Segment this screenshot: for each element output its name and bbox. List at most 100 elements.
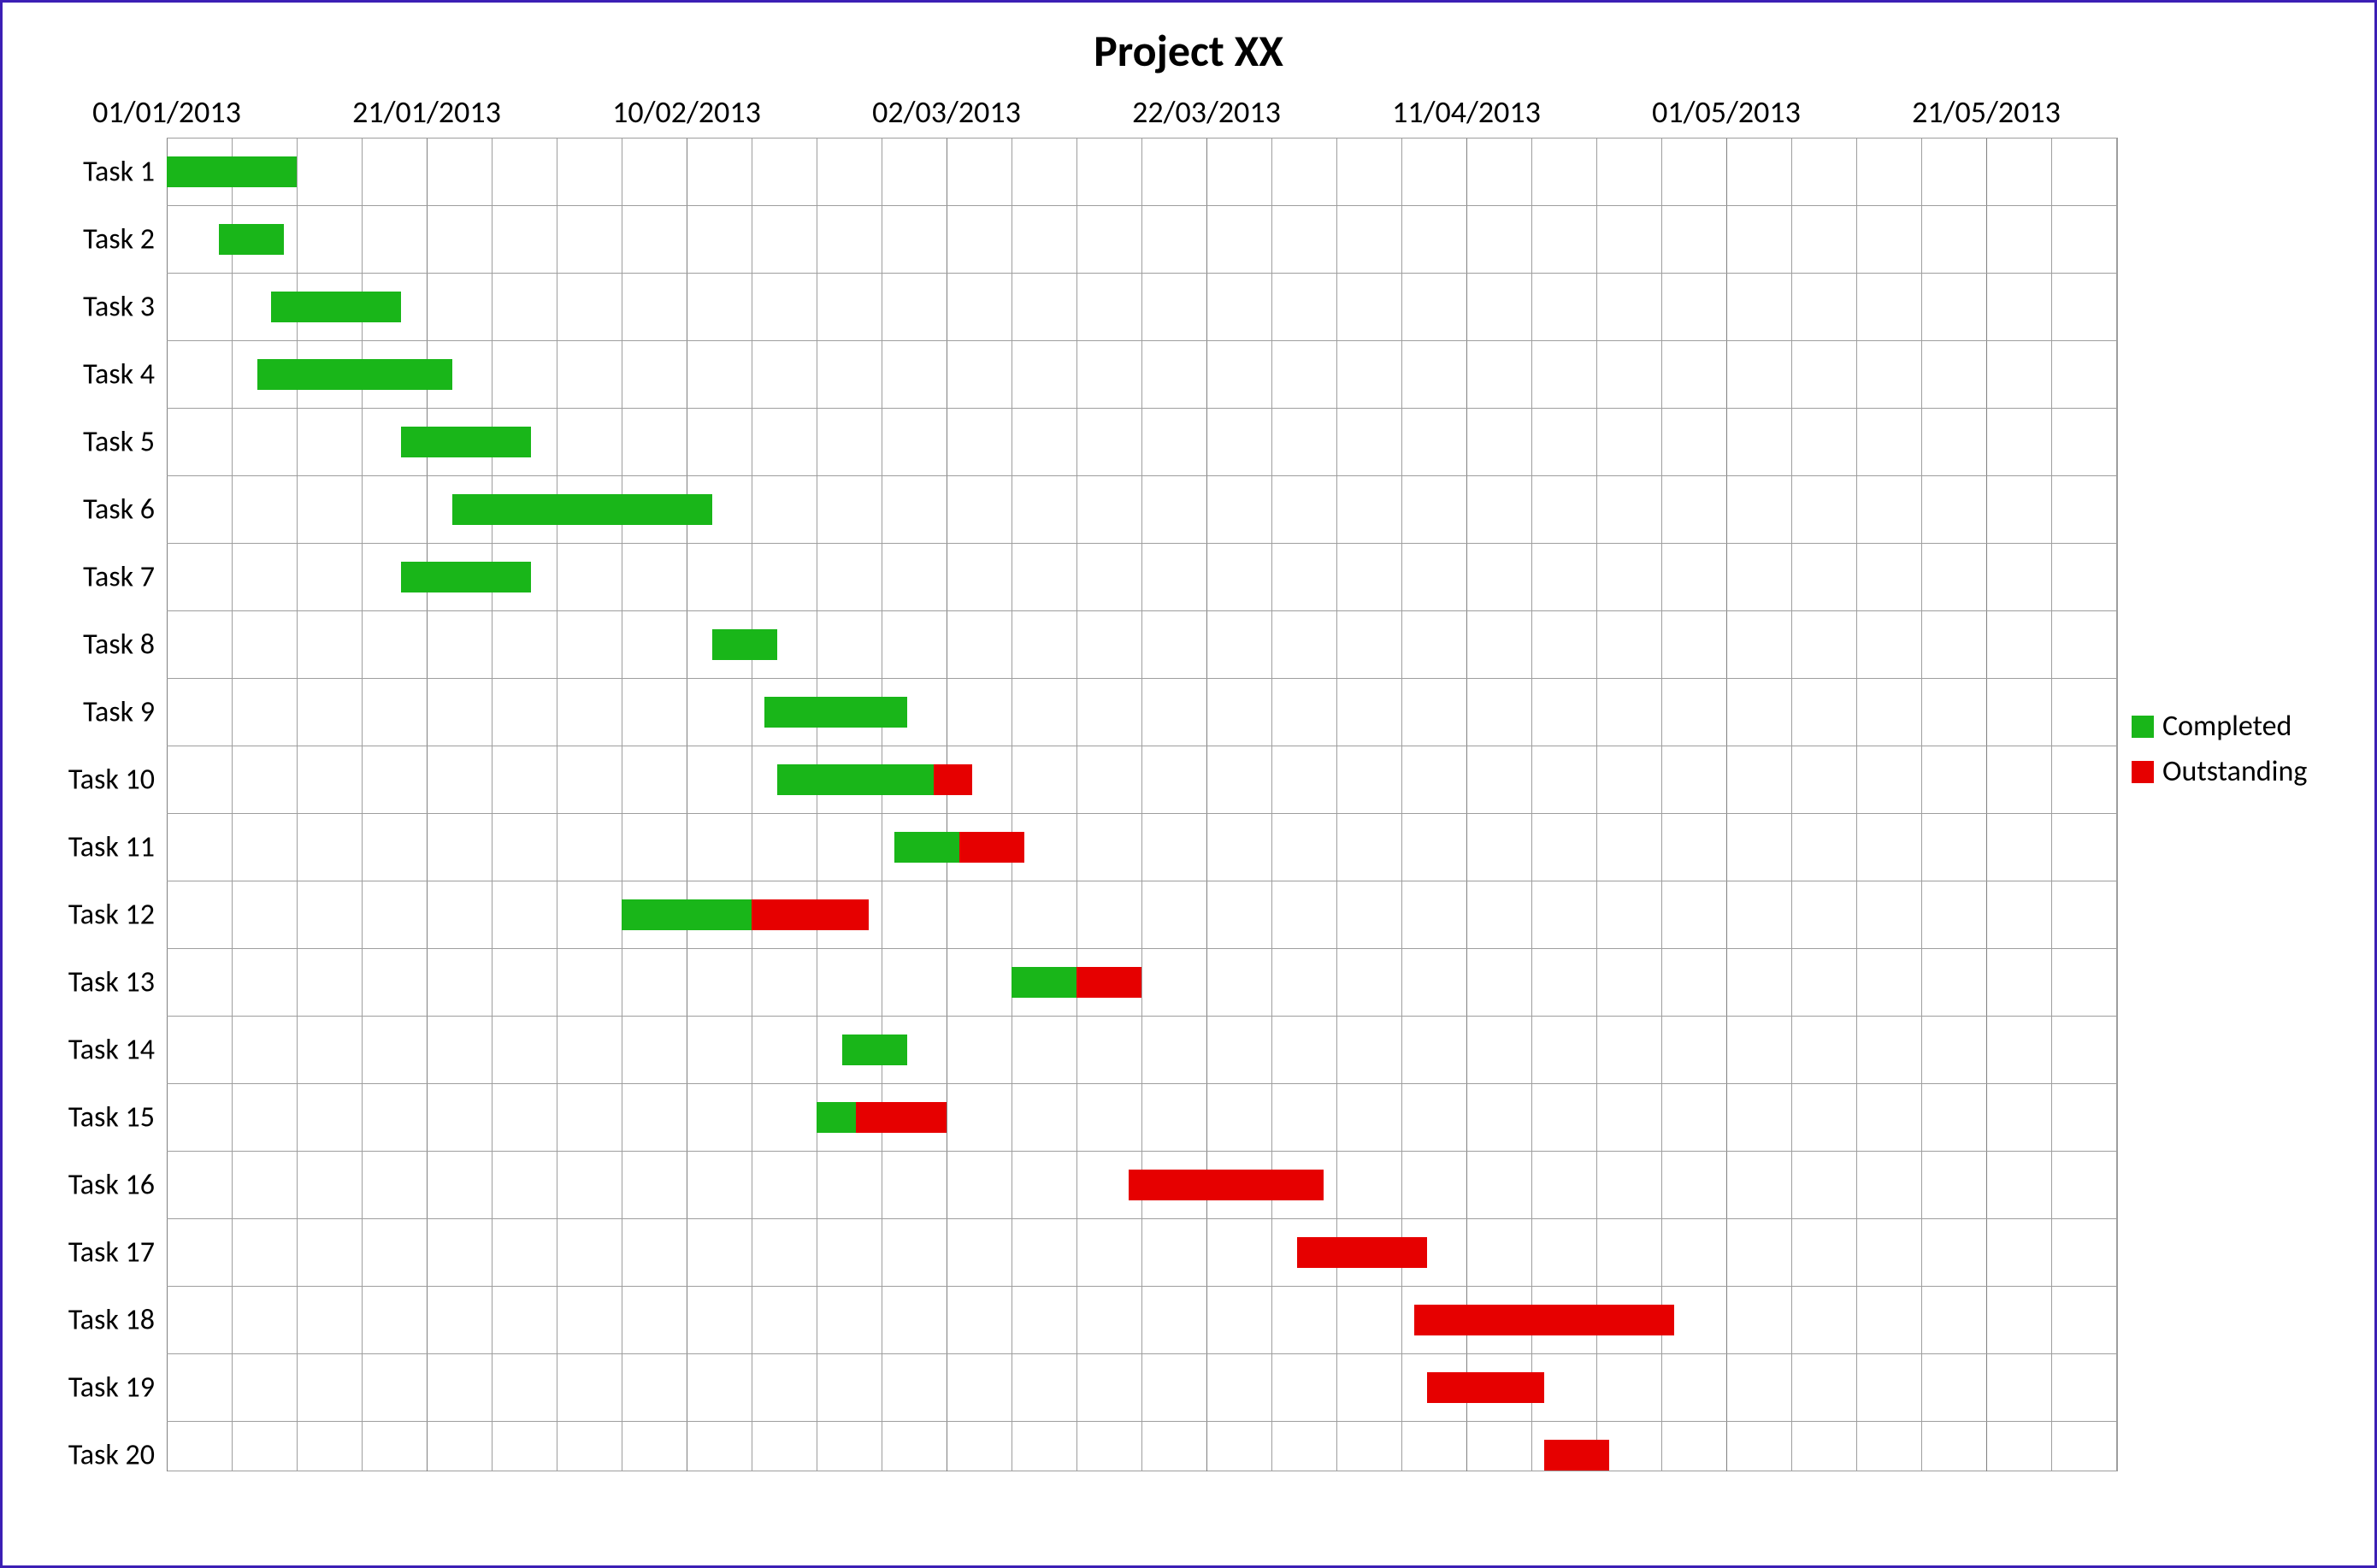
gantt-row: Task 15 <box>167 1083 2116 1151</box>
task-label: Task 19 <box>68 1371 167 1406</box>
task-label: Task 17 <box>68 1235 167 1270</box>
gantt-bar <box>1414 1305 1674 1335</box>
square-icon <box>2132 716 2154 738</box>
bar-segment-completed <box>622 899 752 930</box>
gantt-bar <box>1297 1237 1427 1268</box>
bar-segment-outstanding <box>752 899 869 930</box>
task-label: Task 16 <box>68 1168 167 1203</box>
chart-frame: Project XX 01/01/2013 21/01/2013 10/02/201… <box>0 0 2377 1568</box>
task-label: Task 9 <box>83 695 167 730</box>
gantt-bar <box>167 156 297 187</box>
task-label: Task 7 <box>83 560 167 595</box>
gantt-bar <box>817 1102 947 1133</box>
bar-segment-outstanding <box>856 1102 947 1133</box>
task-label: Task 5 <box>83 425 167 460</box>
chart-area: 01/01/2013 21/01/2013 10/02/2013 02/03/2013… <box>21 78 2356 1471</box>
gantt-row: Task 1 <box>167 138 2116 205</box>
bar-segment-completed <box>452 494 712 525</box>
gantt-bar <box>777 764 972 795</box>
bar-segment-completed <box>712 629 777 660</box>
gantt-bar <box>712 629 777 660</box>
gantt-row: Task 2 <box>167 205 2116 273</box>
x-tick-label: 10/02/2013 <box>612 93 761 131</box>
gantt-row: Task 20 <box>167 1421 2116 1488</box>
bar-segment-outstanding <box>934 764 973 795</box>
bar-segment-completed <box>777 764 933 795</box>
task-label: Task 10 <box>68 763 167 798</box>
gantt-row: Task 3 <box>167 273 2116 340</box>
gantt-plot: Task 1Task 2Task 3Task 4Task 5Task 6Task… <box>167 138 2116 1471</box>
gantt-row: Task 10 <box>167 746 2116 813</box>
gantt-bar <box>842 1035 907 1065</box>
task-label: Task 15 <box>68 1100 167 1135</box>
x-axis: 01/01/201321/01/201310/02/201302/03/2013… <box>167 78 2116 138</box>
gantt-row: Task 6 <box>167 475 2116 543</box>
task-label: Task 6 <box>83 492 167 528</box>
gantt-row: Task 9 <box>167 678 2116 746</box>
task-label: Task 2 <box>83 222 167 257</box>
bar-segment-completed <box>817 1102 856 1133</box>
square-icon <box>2132 761 2154 783</box>
gantt-bar <box>1427 1372 1544 1403</box>
gantt-row: Task 13 <box>167 948 2116 1016</box>
bar-segment-completed <box>271 292 401 322</box>
bar-segment-completed <box>401 427 531 457</box>
x-tick-label: 02/03/2013 <box>872 93 1021 131</box>
gantt-row: Task 19 <box>167 1353 2116 1421</box>
gantt-bar <box>894 832 1024 863</box>
task-label: Task 8 <box>83 628 167 663</box>
task-label: Task 1 <box>83 155 167 190</box>
bar-segment-completed <box>1012 967 1076 998</box>
bar-segment-outstanding <box>959 832 1024 863</box>
gantt-row: Task 4 <box>167 340 2116 408</box>
bar-segment-completed <box>894 832 959 863</box>
bar-segment-completed <box>219 224 284 255</box>
gantt-bar <box>764 697 907 728</box>
gantt-bar <box>257 359 452 390</box>
gantt-row: Task 16 <box>167 1151 2116 1218</box>
x-tick-label: 21/01/2013 <box>352 93 501 131</box>
x-tick-label: 21/05/2013 <box>1912 93 2061 131</box>
gantt-row: Task 7 <box>167 543 2116 610</box>
gantt-bar <box>401 562 531 592</box>
legend-label-outstanding: Outstanding <box>2162 754 2307 789</box>
bar-segment-completed <box>167 156 297 187</box>
gantt-bar <box>219 224 284 255</box>
task-label: Task 4 <box>83 357 167 392</box>
bar-segment-outstanding <box>1414 1305 1674 1335</box>
bar-segment-outstanding <box>1076 967 1141 998</box>
gantt-bar <box>452 494 712 525</box>
bar-segment-completed <box>764 697 907 728</box>
task-label: Task 20 <box>68 1438 167 1473</box>
gantt-row: Task 14 <box>167 1016 2116 1083</box>
bar-segment-outstanding <box>1129 1170 1324 1200</box>
bar-segment-completed <box>257 359 452 390</box>
x-tick-label: 01/01/2013 <box>92 93 241 131</box>
gantt-bar <box>271 292 401 322</box>
bar-segment-outstanding <box>1427 1372 1544 1403</box>
bar-segment-completed <box>401 562 531 592</box>
legend-item-outstanding: Outstanding <box>2132 754 2307 789</box>
gantt-bar <box>622 899 869 930</box>
gantt-bar <box>401 427 531 457</box>
legend-item-completed: Completed <box>2132 709 2307 744</box>
gantt-row: Task 18 <box>167 1286 2116 1353</box>
gantt-row: Task 12 <box>167 881 2116 948</box>
bar-segment-outstanding <box>1297 1237 1427 1268</box>
task-label: Task 18 <box>68 1303 167 1338</box>
x-tick-label: 22/03/2013 <box>1132 93 1281 131</box>
x-tick-label: 11/04/2013 <box>1392 93 1541 131</box>
task-label: Task 12 <box>68 898 167 933</box>
gantt-row: Task 5 <box>167 408 2116 475</box>
gantt-row: Task 11 <box>167 813 2116 881</box>
chart-title: Project XX <box>21 23 2356 78</box>
legend-label-completed: Completed <box>2162 709 2291 744</box>
legend: Completed Outstanding <box>2132 709 2307 799</box>
task-label: Task 14 <box>68 1033 167 1068</box>
task-label: Task 11 <box>68 830 167 865</box>
gantt-bar <box>1544 1440 1609 1471</box>
task-label: Task 3 <box>83 290 167 325</box>
gridline-minor <box>2116 138 2117 1471</box>
bar-segment-outstanding <box>1544 1440 1609 1471</box>
gantt-bar <box>1012 967 1141 998</box>
